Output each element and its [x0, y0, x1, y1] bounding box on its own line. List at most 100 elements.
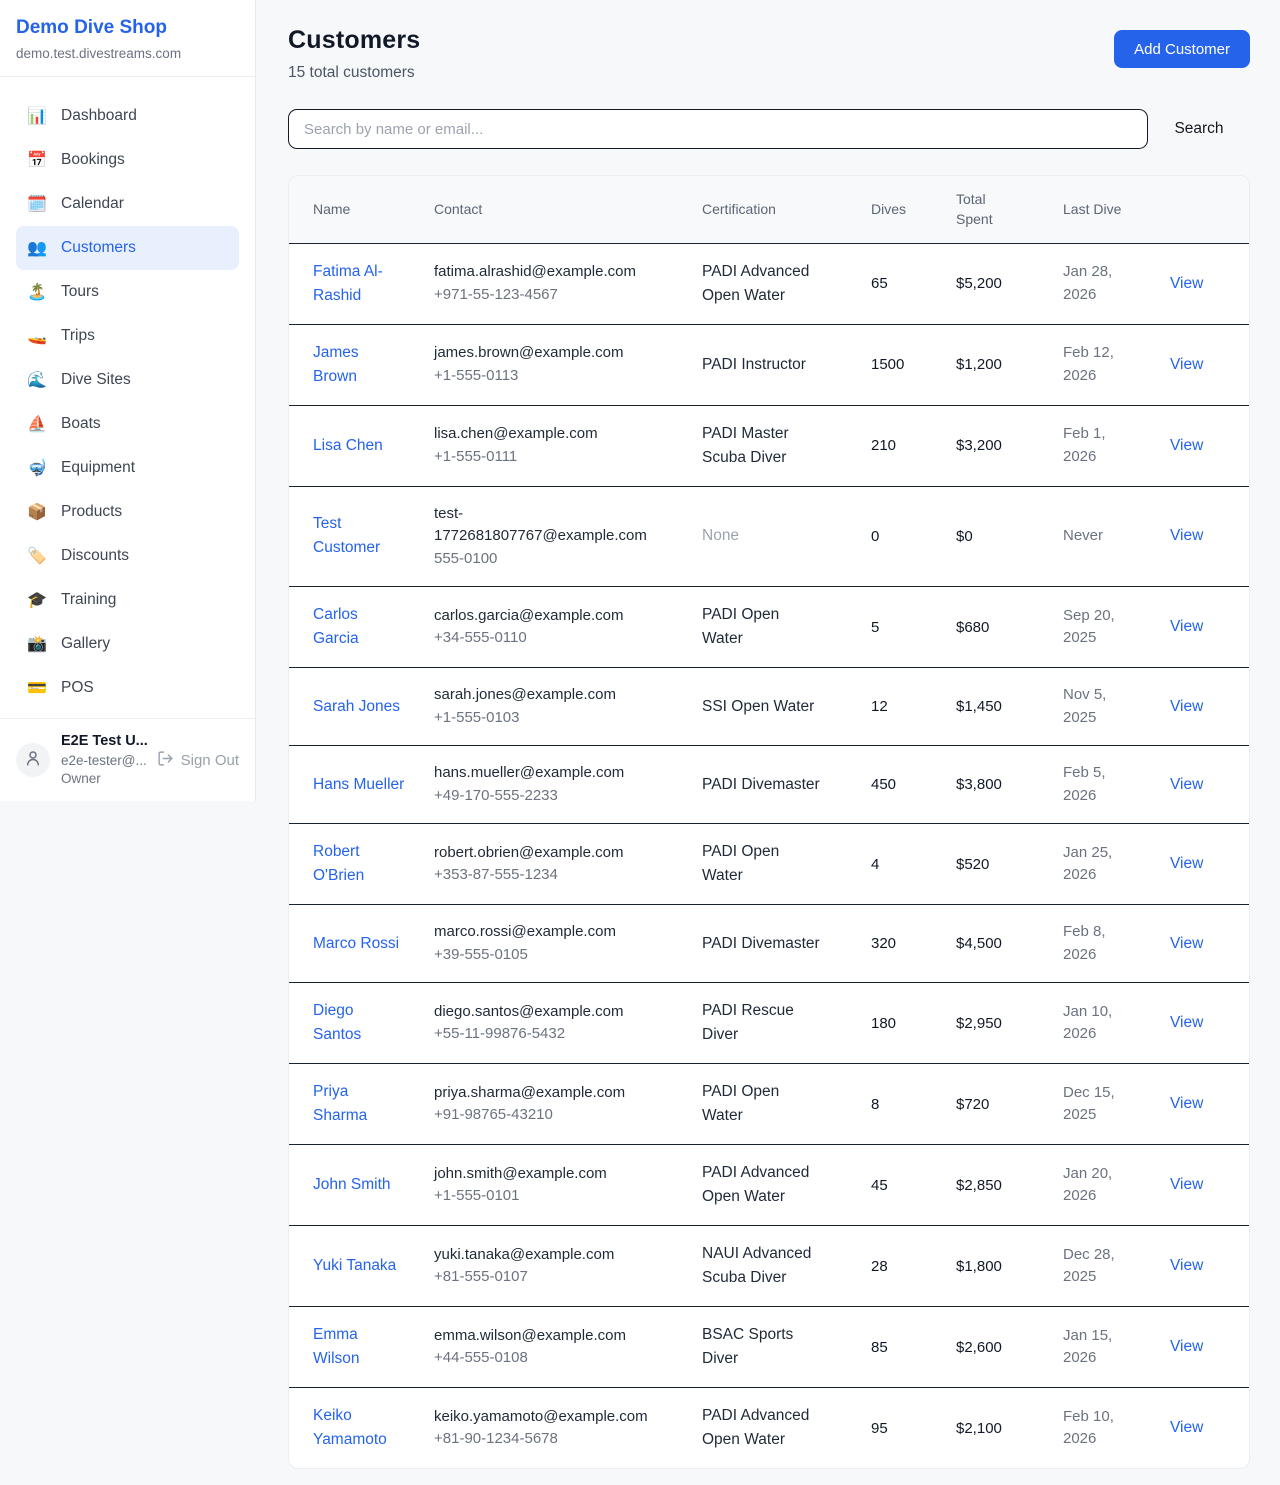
sidebar-item-pos[interactable]: 💳 POS — [16, 666, 239, 710]
customer-total-spent: $2,850 — [956, 1145, 1063, 1226]
sidebar-item-trips[interactable]: 🚤 Trips — [16, 314, 239, 358]
customer-phone: +1-555-0103 — [434, 707, 650, 730]
column-header-total-spent: Total Spent — [956, 176, 1063, 243]
customer-name-link[interactable]: James Brown — [313, 341, 406, 389]
sign-out-label: Sign Out — [181, 752, 239, 769]
sidebar-item-equipment[interactable]: 🤿 Equipment — [16, 446, 239, 490]
customers-table: Name Contact Certification Dives Total S… — [289, 176, 1250, 1468]
sidebar-item-dive-sites[interactable]: 🌊 Dive Sites — [16, 358, 239, 402]
sidebar-item-label: Gallery — [61, 635, 110, 653]
view-link[interactable]: View — [1170, 698, 1203, 715]
customer-phone: +1-555-0113 — [434, 365, 650, 388]
calendar-icon: 🗓️ — [26, 194, 48, 214]
customer-name-link[interactable]: Diego Santos — [313, 999, 406, 1047]
table-row: Marco Rossi marco.rossi@example.com +39-… — [289, 905, 1250, 983]
customer-last-dive: Nov 5, 2025 — [1063, 668, 1170, 746]
customer-name-link[interactable]: Carlos Garcia — [313, 603, 406, 651]
sidebar-item-calendar[interactable]: 🗓️ Calendar — [16, 182, 239, 226]
customer-email: marco.rossi@example.com — [434, 921, 650, 944]
view-link[interactable]: View — [1170, 618, 1203, 635]
view-link[interactable]: View — [1170, 776, 1203, 793]
customers-icon: 👥 — [26, 238, 48, 258]
customer-certification: PADI Rescue Diver — [702, 999, 821, 1047]
sidebar-nav: 📊 Dashboard 📅 Bookings 🗓️ Calendar 👥 Cus… — [0, 77, 255, 718]
table-row: Priya Sharma priya.sharma@example.com +9… — [289, 1064, 1250, 1145]
customer-phone: +34-555-0110 — [434, 627, 650, 650]
search-button[interactable]: Search — [1148, 120, 1250, 138]
view-link[interactable]: View — [1170, 1014, 1203, 1031]
customers-table-card: Name Contact Certification Dives Total S… — [288, 175, 1250, 1469]
view-link[interactable]: View — [1170, 437, 1203, 454]
customer-email: emma.wilson@example.com — [434, 1325, 650, 1348]
column-header-last-dive: Last Dive — [1063, 176, 1170, 243]
customer-name-link[interactable]: Test Customer — [313, 512, 406, 560]
brand-domain: demo.test.divestreams.com — [16, 46, 239, 61]
sidebar-item-tours[interactable]: 🏝️ Tours — [16, 270, 239, 314]
view-link[interactable]: View — [1170, 935, 1203, 952]
search-input[interactable] — [288, 109, 1148, 149]
sidebar-item-gallery[interactable]: 📸 Gallery — [16, 622, 239, 666]
customer-certification: SSI Open Water — [702, 695, 821, 719]
page-heading-group: Customers 15 total customers — [288, 26, 420, 82]
customer-dives: 4 — [871, 824, 956, 905]
view-link[interactable]: View — [1170, 1338, 1203, 1355]
sidebar-item-label: POS — [61, 679, 94, 697]
column-header-name: Name — [289, 176, 434, 243]
customer-certification: BSAC Sports Diver — [702, 1323, 821, 1371]
customer-dives: 320 — [871, 905, 956, 983]
sidebar-item-training[interactable]: 🎓 Training — [16, 578, 239, 622]
dive-sites-icon: 🌊 — [26, 370, 48, 390]
customer-name-link[interactable]: Emma Wilson — [313, 1323, 406, 1371]
customer-phone: +39-555-0105 — [434, 944, 650, 967]
sidebar-item-dashboard[interactable]: 📊 Dashboard — [16, 94, 239, 138]
avatar — [16, 743, 50, 777]
customer-name-link[interactable]: John Smith — [313, 1173, 391, 1197]
customer-name-link[interactable]: Yuki Tanaka — [313, 1254, 396, 1278]
customer-name-link[interactable]: Hans Mueller — [313, 773, 404, 797]
customer-email: sarah.jones@example.com — [434, 684, 650, 707]
sidebar-item-customers[interactable]: 👥 Customers — [16, 226, 239, 270]
view-link[interactable]: View — [1170, 356, 1203, 373]
customer-last-dive: Feb 12, 2026 — [1063, 324, 1170, 405]
sidebar-item-boats[interactable]: ⛵ Boats — [16, 402, 239, 446]
customer-total-spent: $0 — [956, 486, 1063, 587]
customer-name-link[interactable]: Fatima Al-Rashid — [313, 260, 406, 308]
customer-phone: +81-90-1234-5678 — [434, 1428, 650, 1451]
user-name: E2E Test U... — [61, 732, 146, 752]
table-row: Keiko Yamamoto keiko.yamamoto@example.co… — [289, 1388, 1250, 1469]
view-link[interactable]: View — [1170, 1419, 1203, 1436]
customer-last-dive: Feb 5, 2026 — [1063, 746, 1170, 824]
user-icon — [24, 749, 42, 772]
add-customer-button[interactable]: Add Customer — [1114, 30, 1250, 68]
view-link[interactable]: View — [1170, 1257, 1203, 1274]
sidebar-item-bookings[interactable]: 📅 Bookings — [16, 138, 239, 182]
customer-last-dive: Never — [1063, 486, 1170, 587]
customer-last-dive: Jan 15, 2026 — [1063, 1307, 1170, 1388]
sidebar-user-section: E2E Test U... e2e-tester@... Owner Sign … — [0, 718, 255, 801]
customer-certification: PADI Advanced Open Water — [702, 1161, 821, 1209]
sidebar-item-label: Customers — [61, 239, 136, 257]
view-link[interactable]: View — [1170, 1176, 1203, 1193]
customer-name-link[interactable]: Lisa Chen — [313, 434, 383, 458]
view-link[interactable]: View — [1170, 1095, 1203, 1112]
customer-name-link[interactable]: Sarah Jones — [313, 695, 400, 719]
sidebar-header: Demo Dive Shop demo.test.divestreams.com — [0, 0, 255, 77]
sidebar-item-discounts[interactable]: 🏷️ Discounts — [16, 534, 239, 578]
sign-out-button[interactable]: Sign Out — [157, 750, 239, 771]
view-link[interactable]: View — [1170, 855, 1203, 872]
view-link[interactable]: View — [1170, 527, 1203, 544]
sidebar-item-products[interactable]: 📦 Products — [16, 490, 239, 534]
customer-name-link[interactable]: Marco Rossi — [313, 932, 399, 956]
customer-email: hans.mueller@example.com — [434, 762, 650, 785]
customer-name-link[interactable]: Keiko Yamamoto — [313, 1404, 406, 1452]
view-link[interactable]: View — [1170, 275, 1203, 292]
customer-total-spent: $3,200 — [956, 405, 1063, 486]
customer-dives: 210 — [871, 405, 956, 486]
customer-name-link[interactable]: Robert O'Brien — [313, 840, 406, 888]
customer-name-link[interactable]: Priya Sharma — [313, 1080, 406, 1128]
dashboard-icon: 📊 — [26, 106, 48, 126]
customer-certification: NAUI Advanced Scuba Diver — [702, 1242, 821, 1290]
discounts-icon: 🏷️ — [26, 546, 48, 566]
customer-count: 15 total customers — [288, 64, 420, 82]
customer-dives: 1500 — [871, 324, 956, 405]
